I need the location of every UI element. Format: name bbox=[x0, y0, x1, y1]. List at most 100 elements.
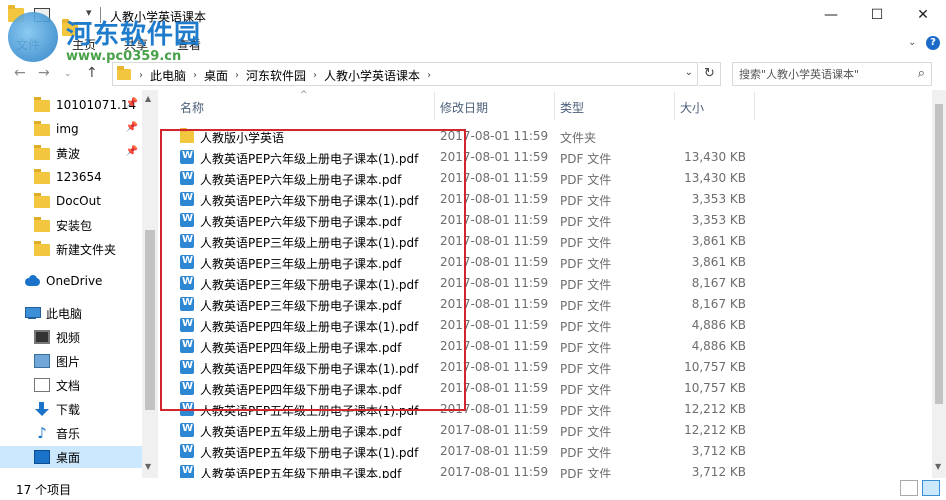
chevron-right-icon[interactable]: › bbox=[427, 70, 431, 81]
nav-item-this-pc[interactable]: 此电脑 bbox=[0, 302, 142, 324]
pdf-file-icon bbox=[180, 150, 194, 164]
nav-item-onedrive[interactable]: OneDrive bbox=[0, 270, 142, 292]
large-icons-view-icon[interactable] bbox=[922, 480, 940, 496]
nav-item-downloads[interactable]: 下载 bbox=[0, 398, 142, 420]
file-name: 人教英语PEP四年级上册电子课本(1).pdf bbox=[200, 320, 419, 334]
chevron-right-icon[interactable]: › bbox=[235, 70, 239, 81]
back-icon[interactable]: ← bbox=[14, 65, 26, 81]
address-dropdown-icon[interactable]: ⌄ bbox=[685, 67, 693, 78]
table-row[interactable]: 人教版小学英语 2017-08-01 11:59 文件夹 bbox=[158, 126, 932, 147]
help-icon[interactable]: ? bbox=[926, 36, 940, 50]
table-row[interactable]: 人教英语PEP五年级下册电子课本.pdf 2017-08-01 11:59 PDF … bbox=[158, 462, 932, 478]
folder-icon bbox=[34, 193, 50, 208]
table-row[interactable]: 人教英语PEP六年级下册电子课本.pdf 2017-08-01 11:59 PDF … bbox=[158, 210, 932, 231]
table-row[interactable]: 人教英语PEP四年级下册电子课本(1).pdf 2017-08-01 11:59 P… bbox=[158, 357, 932, 378]
pdf-file-icon bbox=[180, 318, 194, 332]
scroll-down-icon[interactable]: ▼ bbox=[145, 462, 151, 471]
pin-icon[interactable]: 📌 bbox=[126, 146, 138, 157]
file-list-scroll-thumb[interactable] bbox=[935, 104, 943, 404]
nav-scrollbar[interactable]: ▲ ▼ bbox=[142, 90, 158, 478]
pin-icon[interactable]: 📌 bbox=[126, 98, 138, 109]
breadcrumb-desktop[interactable]: 桌面 bbox=[204, 67, 228, 84]
table-row[interactable]: 人教英语PEP三年级上册电子课本.pdf 2017-08-01 11:59 PDF … bbox=[158, 252, 932, 273]
file-size: 8,167 KB bbox=[691, 297, 746, 311]
minimize-button[interactable]: — bbox=[808, 0, 854, 32]
pdf-file-icon bbox=[180, 465, 194, 478]
table-row[interactable]: 人教英语PEP五年级上册电子课本.pdf 2017-08-01 11:59 PDF … bbox=[158, 420, 932, 441]
forward-icon[interactable]: → bbox=[38, 65, 50, 81]
nav-item-123654[interactable]: 123654 bbox=[0, 166, 142, 188]
chevron-right-icon[interactable]: › bbox=[313, 70, 317, 81]
table-row[interactable]: 人教英语PEP六年级下册电子课本(1).pdf 2017-08-01 11:59 P… bbox=[158, 189, 932, 210]
document-icon bbox=[34, 378, 50, 392]
chevron-right-icon[interactable]: › bbox=[139, 70, 143, 81]
column-header-size[interactable]: 大小 bbox=[680, 99, 704, 116]
column-divider[interactable] bbox=[434, 92, 435, 120]
column-header-name[interactable]: 名称 bbox=[180, 99, 204, 116]
nav-item-documents[interactable]: 文档 bbox=[0, 374, 142, 396]
file-name: 人教英语PEP三年级下册电子课本.pdf bbox=[200, 299, 402, 313]
table-row[interactable]: 人教英语PEP三年级下册电子课本(1).pdf 2017-08-01 11:59 P… bbox=[158, 273, 932, 294]
search-icon[interactable]: ⌕ bbox=[918, 66, 925, 81]
expand-ribbon-icon[interactable]: ⌄ bbox=[908, 37, 916, 48]
file-name: 人教英语PEP六年级下册电子课本(1).pdf bbox=[200, 194, 419, 208]
breadcrumb-this-pc[interactable]: 此电脑 bbox=[150, 67, 186, 84]
up-icon[interactable]: ↑ bbox=[86, 65, 98, 81]
nav-item-desktop[interactable]: 桌面 bbox=[0, 446, 142, 468]
breadcrumb-current[interactable]: 人教小学英语课本 bbox=[324, 67, 420, 84]
file-size: 4,886 KB bbox=[691, 318, 746, 332]
file-date: 2017-08-01 11:59 bbox=[440, 423, 549, 437]
file-size: 10,757 KB bbox=[684, 381, 746, 395]
table-row[interactable]: 人教英语PEP六年级上册电子课本(1).pdf 2017-08-01 11:59 P… bbox=[158, 147, 932, 168]
nav-item-label: 此电脑 bbox=[46, 306, 83, 321]
file-type: PDF 文件 bbox=[560, 215, 612, 229]
table-row[interactable]: 人教英语PEP三年级下册电子课本.pdf 2017-08-01 11:59 PDF … bbox=[158, 294, 932, 315]
nav-item-new-folder[interactable]: 新建文件夹 bbox=[0, 238, 142, 260]
chevron-right-icon[interactable]: › bbox=[193, 70, 197, 81]
search-box[interactable]: ⌕ bbox=[732, 62, 932, 86]
file-type: PDF 文件 bbox=[560, 467, 612, 478]
file-date: 2017-08-01 11:59 bbox=[440, 150, 549, 164]
music-icon: ♪ bbox=[37, 424, 47, 442]
refresh-button[interactable]: ↻ bbox=[699, 62, 721, 86]
breadcrumb-hedong[interactable]: 河东软件园 bbox=[246, 67, 306, 84]
table-row[interactable]: 人教英语PEP三年级上册电子课本(1).pdf 2017-08-01 11:59 P… bbox=[158, 231, 932, 252]
maximize-button[interactable]: ☐ bbox=[854, 0, 900, 32]
nav-item-img[interactable]: img 📌 bbox=[0, 118, 142, 140]
file-size: 3,353 KB bbox=[691, 213, 746, 227]
column-divider[interactable] bbox=[674, 92, 675, 120]
nav-item-music[interactable]: ♪ 音乐 bbox=[0, 422, 142, 444]
file-date: 2017-08-01 11:59 bbox=[440, 444, 549, 458]
table-row[interactable]: 人教英语PEP四年级上册电子课本(1).pdf 2017-08-01 11:59 P… bbox=[158, 315, 932, 336]
column-header-date[interactable]: 修改日期 bbox=[440, 99, 488, 116]
nav-item-install[interactable]: 安装包 bbox=[0, 214, 142, 236]
nav-item-videos[interactable]: 视频 bbox=[0, 326, 142, 348]
column-header-type[interactable]: 类型 bbox=[560, 99, 584, 116]
table-row[interactable]: 人教英语PEP六年级上册电子课本.pdf 2017-08-01 11:59 PDF … bbox=[158, 168, 932, 189]
table-row[interactable]: 人教英语PEP五年级上册电子课本(1).pdf 2017-08-01 11:59 P… bbox=[158, 399, 932, 420]
pin-icon[interactable]: 📌 bbox=[126, 122, 138, 133]
scroll-up-icon[interactable]: ▲ bbox=[145, 94, 151, 103]
column-divider[interactable] bbox=[554, 92, 555, 120]
file-size: 3,712 KB bbox=[691, 465, 746, 478]
file-list-scrollbar[interactable]: ▼ bbox=[932, 90, 946, 478]
nav-item-label: 桌面 bbox=[56, 450, 81, 465]
details-view-icon[interactable] bbox=[900, 480, 918, 496]
nav-item-pictures[interactable]: 图片 bbox=[0, 350, 142, 372]
close-button[interactable]: ✕ bbox=[900, 0, 946, 32]
nav-item-docout[interactable]: DocOut bbox=[0, 190, 142, 212]
file-date: 2017-08-01 11:59 bbox=[440, 402, 549, 416]
table-row[interactable]: 人教英语PEP四年级上册电子课本.pdf 2017-08-01 11:59 PDF … bbox=[158, 336, 932, 357]
column-divider[interactable] bbox=[754, 92, 755, 120]
nav-item-huangbo[interactable]: 黄波 📌 bbox=[0, 142, 142, 164]
scroll-down-icon[interactable]: ▼ bbox=[935, 462, 941, 471]
recent-dropdown-icon[interactable]: ⌄ bbox=[64, 69, 72, 79]
search-input[interactable] bbox=[739, 66, 909, 82]
nav-item-10101071[interactable]: 10101071.14 📌 bbox=[0, 94, 142, 116]
table-row[interactable]: 人教英语PEP五年级下册电子课本(1).pdf 2017-08-01 11:59 P… bbox=[158, 441, 932, 462]
nav-item-label: 下载 bbox=[56, 402, 81, 417]
table-row[interactable]: 人教英语PEP四年级下册电子课本.pdf 2017-08-01 11:59 PDF … bbox=[158, 378, 932, 399]
nav-scroll-thumb[interactable] bbox=[145, 230, 155, 410]
folder-icon bbox=[34, 169, 50, 184]
address-bar[interactable]: › 此电脑 › 桌面 › 河东软件园 › 人教小学英语课本 › ⌄ bbox=[112, 62, 698, 86]
